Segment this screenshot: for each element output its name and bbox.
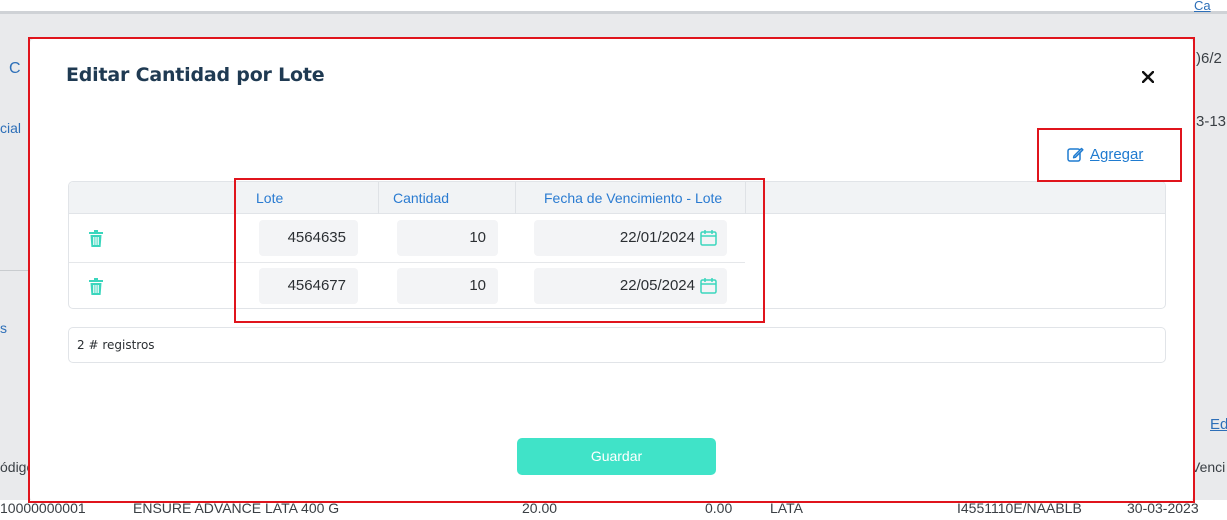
- column-divider: [378, 182, 379, 214]
- table-row: 4564635 10 22/01/2024: [69, 214, 1165, 262]
- row-unit: LATA: [770, 500, 803, 516]
- row-lot: I4551110E/NAABLB: [957, 500, 1082, 516]
- calendar-icon[interactable]: [700, 277, 717, 294]
- background-column-header: Venci: [1191, 459, 1226, 475]
- column-divider: [515, 182, 516, 214]
- lote-input[interactable]: 4564635: [259, 220, 358, 256]
- background-link[interactable]: Ca: [1194, 0, 1211, 13]
- row-date: 30-03-2023: [1127, 500, 1199, 516]
- calendar-icon[interactable]: [700, 229, 717, 246]
- background-text: 3-13: [1196, 113, 1227, 130]
- add-lot-link[interactable]: Agregar: [1066, 145, 1143, 163]
- table-header: Lote Cantidad Fecha de Vencimiento - Lot…: [69, 182, 1165, 214]
- row-qty: 20.00: [522, 500, 558, 516]
- row-product: ENSURE ADVANCE LATA 400 G: [133, 500, 340, 516]
- lots-table: Lote Cantidad Fecha de Vencimiento - Lot…: [68, 181, 1166, 309]
- divider: [0, 270, 30, 271]
- background-table-row: 10000000001 ENSURE ADVANCE LATA 400 G 20…: [0, 500, 1227, 520]
- records-count: 2 # registros: [68, 327, 1166, 363]
- fecha-input[interactable]: 22/05/2024: [534, 268, 727, 304]
- column-header-fecha: Fecha de Vencimiento - Lote: [544, 190, 723, 206]
- add-lot-label: Agregar: [1090, 145, 1144, 163]
- background-text: s: [0, 320, 7, 336]
- cantidad-input[interactable]: 10: [397, 268, 498, 304]
- edit-icon: [1067, 147, 1084, 162]
- modal-title: Editar Cantidad por Lote: [66, 64, 325, 86]
- column-header-cantidad: Cantidad: [393, 190, 450, 206]
- trash-icon[interactable]: [89, 230, 103, 247]
- table-row: 4564677 10 22/05/2024: [69, 263, 1165, 308]
- fecha-input[interactable]: 22/01/2024: [534, 220, 727, 256]
- row-code: 10000000001: [0, 500, 86, 516]
- close-button[interactable]: [1138, 67, 1158, 87]
- row-zero: 0.00: [705, 500, 733, 516]
- background-top-bar: [0, 0, 1227, 14]
- column-header-lote: Lote: [256, 190, 284, 206]
- save-button[interactable]: Guardar: [517, 438, 716, 475]
- background-edit-link[interactable]: Ed: [1210, 416, 1227, 433]
- background-text: C: [9, 60, 21, 77]
- edit-lot-quantity-modal: Editar Cantidad por Lote Agregar Lote Ca…: [30, 39, 1193, 501]
- lote-input[interactable]: 4564677: [259, 268, 358, 304]
- cantidad-input[interactable]: 10: [397, 220, 498, 256]
- background-text: cial: [0, 120, 22, 136]
- trash-icon[interactable]: [89, 278, 103, 295]
- close-icon: [1142, 71, 1154, 83]
- fecha-value: 22/01/2024: [619, 229, 695, 246]
- fecha-value: 22/05/2024: [619, 277, 695, 294]
- column-divider: [745, 182, 746, 214]
- background-text: )6/2: [1196, 50, 1222, 67]
